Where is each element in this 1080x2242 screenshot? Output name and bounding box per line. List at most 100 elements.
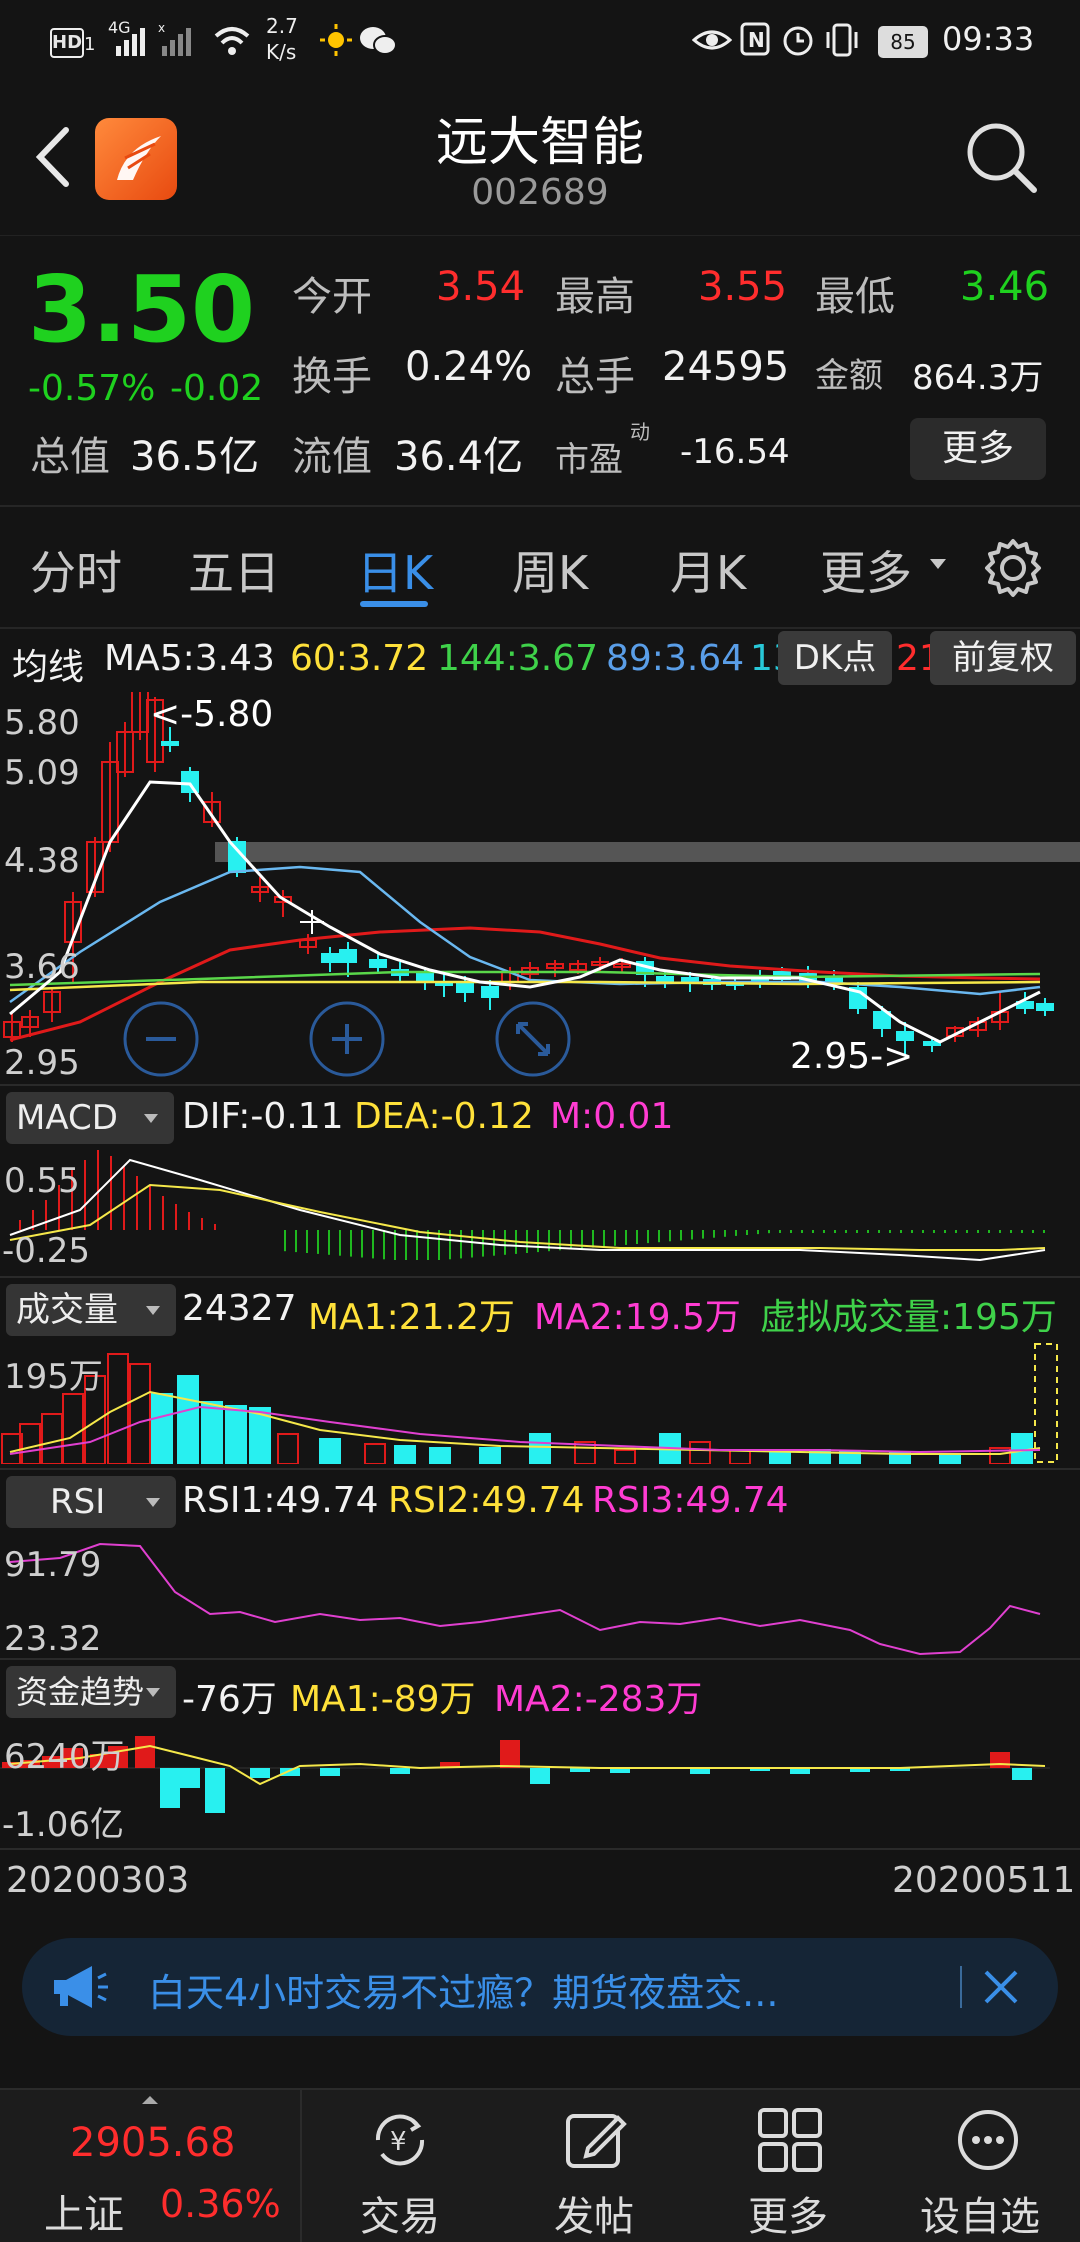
zoom-in-button[interactable] xyxy=(309,1001,385,1077)
change-amount: -0.02 xyxy=(170,368,264,409)
index-value: 2905.68 xyxy=(70,2120,236,2166)
volume-bar xyxy=(479,1447,501,1464)
volume-bar xyxy=(364,1443,386,1464)
alarm-icon xyxy=(783,26,813,56)
virtual-volume: 虚拟成交量:195万 xyxy=(760,1297,1057,1338)
nav-add-watchlist-label: 设自选 xyxy=(920,2194,1040,2240)
grid-icon xyxy=(758,2108,822,2172)
volume-ma1: MA1:21.2万 xyxy=(308,1297,515,1338)
candle-body xyxy=(656,976,674,983)
max-price-marker: <-5.80 xyxy=(150,694,273,735)
battery-icon: 85 xyxy=(878,26,928,58)
rsi1-value: RSI1:49.74 xyxy=(182,1480,379,1521)
rsi3-value: RSI3:49.74 xyxy=(592,1480,789,1521)
nav-more[interactable]: 更多 xyxy=(718,2090,858,2242)
fund-bar xyxy=(320,1768,340,1776)
volume-bar xyxy=(277,1433,299,1464)
y-tick-4: 2.95 xyxy=(4,1043,80,1082)
volume-bar xyxy=(62,1393,84,1464)
svg-text:¥: ¥ xyxy=(390,2127,407,2157)
volume-bar xyxy=(429,1447,451,1464)
pe-value: -16.54 xyxy=(680,432,790,472)
macd-y-top: 0.55 xyxy=(4,1161,80,1201)
volume-value: 24595 xyxy=(662,344,790,390)
fund-bar xyxy=(160,1768,180,1808)
net-speed-unit: K/s xyxy=(266,40,297,64)
tab-intraday[interactable]: 分时 xyxy=(30,537,122,603)
ma-legend-row: 均线 MA5:3.43 60:3.72 144:3.67 89:3.64 13 … xyxy=(0,628,1080,692)
fund-bar xyxy=(250,1768,270,1778)
chevron-down-icon xyxy=(146,1498,160,1507)
fund-bar xyxy=(990,1752,1010,1768)
signal-icon: x xyxy=(116,22,191,56)
amount-value: 864.3万 xyxy=(912,358,1044,398)
volume-legend-row: 成交量 24327 MA1:21.2万 MA2:19.5万 虚拟成交量:195万 xyxy=(0,1278,1080,1342)
search-icon[interactable] xyxy=(962,118,1042,198)
nav-add-watchlist[interactable]: 设自选 xyxy=(910,2090,1070,2242)
change-percent: -0.57% xyxy=(28,368,156,409)
chevron-down-icon xyxy=(146,1688,160,1697)
tab-daily-k[interactable]: 日K xyxy=(357,537,433,603)
candle-body xyxy=(369,959,387,968)
float-value: 36.4亿 xyxy=(394,434,524,480)
total-value: 36.5亿 xyxy=(130,434,260,480)
close-icon[interactable] xyxy=(980,1966,1022,2008)
volume-bar xyxy=(177,1375,199,1464)
index-ticker[interactable]: 2905.68 上证 0.36% xyxy=(0,2090,302,2242)
open-label: 今开 xyxy=(292,274,372,320)
active-tab-indicator xyxy=(360,601,428,607)
stock-code: 002689 xyxy=(471,172,609,213)
nav-post[interactable]: 发帖 xyxy=(524,2090,664,2242)
status-bar: HD 1 4G x 2.7 K/s N 85 09:33 xyxy=(0,0,1080,80)
pe-sup: 动 xyxy=(630,420,650,444)
macd-m: M:0.01 xyxy=(550,1096,674,1137)
tab-more[interactable]: 更多 xyxy=(820,537,912,603)
stock-header: 远大智能 002689 xyxy=(0,80,1080,235)
volume-bar xyxy=(529,1433,551,1464)
rsi-line xyxy=(9,1542,1041,1656)
y-tick-0: 5.80 xyxy=(4,703,80,743)
fund-trend-chart[interactable]: 6240万 -1.06亿 xyxy=(0,1724,1080,1848)
fund-legend-row: 资金趋势 -76万 MA1:-89万 MA2:-283万 xyxy=(0,1660,1080,1724)
zoom-out-button[interactable] xyxy=(123,1001,199,1077)
volume-bar xyxy=(319,1438,341,1464)
dk-point-button[interactable]: DK点 xyxy=(778,631,892,685)
pe-label: 市盈 xyxy=(555,440,623,480)
ma144-value: 144:3.67 xyxy=(437,638,598,679)
candle-body xyxy=(1036,1003,1054,1011)
more-quote-button[interactable]: 更多 xyxy=(910,418,1046,480)
macd-y-bottom: -0.25 xyxy=(2,1231,90,1268)
macd-dif: DIF:-0.11 xyxy=(182,1096,344,1137)
ma60-value: 60:3.72 xyxy=(290,638,429,679)
volume-bar xyxy=(614,1449,636,1464)
promo-banner[interactable]: 白天4小时交易不过瘾？期货夜盘交... xyxy=(22,1938,1058,2036)
volume-bar xyxy=(151,1393,173,1464)
nav-trade[interactable]: ¥ 交易 xyxy=(330,2090,470,2242)
tab-weekly-k[interactable]: 周K xyxy=(512,537,588,603)
gear-icon[interactable] xyxy=(982,537,1044,599)
min-price-marker: 2.95-> xyxy=(790,1036,913,1077)
eye-icon xyxy=(692,30,732,50)
turnover-value: 0.24% xyxy=(405,344,533,390)
divider xyxy=(0,1848,1080,1850)
volume-bar xyxy=(729,1449,751,1464)
volume-chart[interactable]: 195万 xyxy=(0,1342,1080,1464)
candle-body xyxy=(181,771,199,793)
crosshair-icon xyxy=(300,910,324,934)
fund-y-top: 6240万 xyxy=(4,1737,125,1777)
fund-y-bottom: -1.06亿 xyxy=(2,1805,124,1845)
tab-five-day[interactable]: 五日 xyxy=(188,537,280,603)
kline-chart[interactable]: 5.80 5.09 4.38 3.66 2.95 <-5.80 2.95-> xyxy=(0,692,1080,1082)
fund-ma1: MA1:-89万 xyxy=(290,1679,476,1720)
forward-adjust-button[interactable]: 前复权 xyxy=(930,631,1076,685)
wechat-icon xyxy=(360,27,397,55)
rsi-chart[interactable]: 91.79 23.32 xyxy=(0,1534,1080,1658)
tab-monthly-k[interactable]: 月K xyxy=(670,537,746,603)
y-tick-1: 5.09 xyxy=(4,753,80,793)
fullscreen-button[interactable] xyxy=(495,1001,571,1077)
volume-bar xyxy=(939,1453,961,1464)
high-label: 最高 xyxy=(555,274,635,320)
volume-ma2: MA2:19.5万 xyxy=(534,1297,741,1338)
volume-bar xyxy=(41,1413,63,1464)
macd-chart[interactable]: 0.55 -0.25 xyxy=(0,1150,1080,1268)
